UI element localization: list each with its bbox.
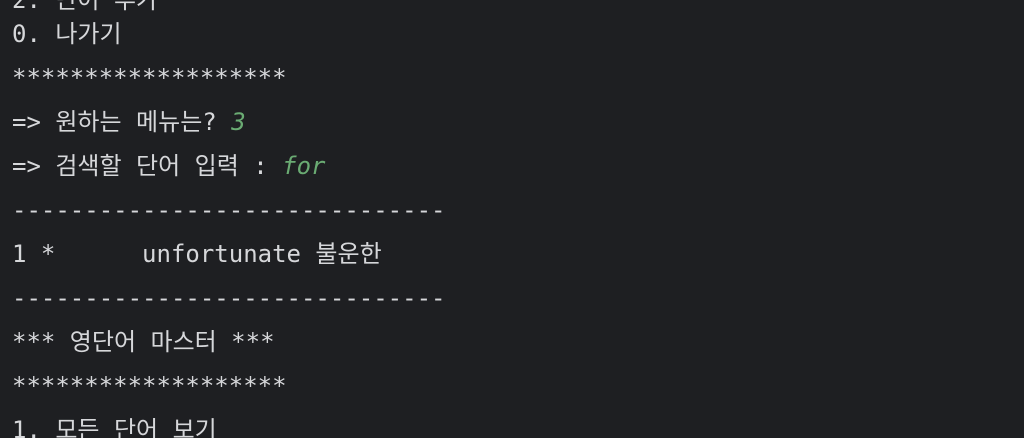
separator-asterisks: ******************* bbox=[12, 64, 287, 92]
separator-dashes: ------------------------------ bbox=[12, 196, 446, 224]
search-word-line: => 검색할 단어 입력 : for bbox=[12, 144, 326, 188]
menu-option-view-all-words: 1. 모든 단어 보기 bbox=[12, 416, 217, 438]
search-word-input: for bbox=[282, 152, 326, 180]
console-output[interactable]: 2. 단어 추가 0. 나가기 ******************* => 원… bbox=[0, 0, 1024, 438]
menu-choice-input: 3 bbox=[231, 108, 246, 136]
menu-choice-prompt: => 원하는 메뉴는? bbox=[12, 108, 232, 136]
menu-option-exit: 0. 나가기 bbox=[12, 20, 122, 48]
separator-dashes: ------------------------------ bbox=[12, 284, 446, 312]
search-result-row: 1 * unfortunate 불운한 bbox=[12, 240, 382, 268]
search-word-prompt: => 검색할 단어 입력 : bbox=[12, 152, 283, 180]
separator-asterisks: ******************* bbox=[12, 372, 287, 400]
menu-choice-line: => 원하는 메뉴는? 3 bbox=[12, 100, 246, 144]
app-title: *** 영단어 마스터 *** bbox=[12, 328, 275, 356]
